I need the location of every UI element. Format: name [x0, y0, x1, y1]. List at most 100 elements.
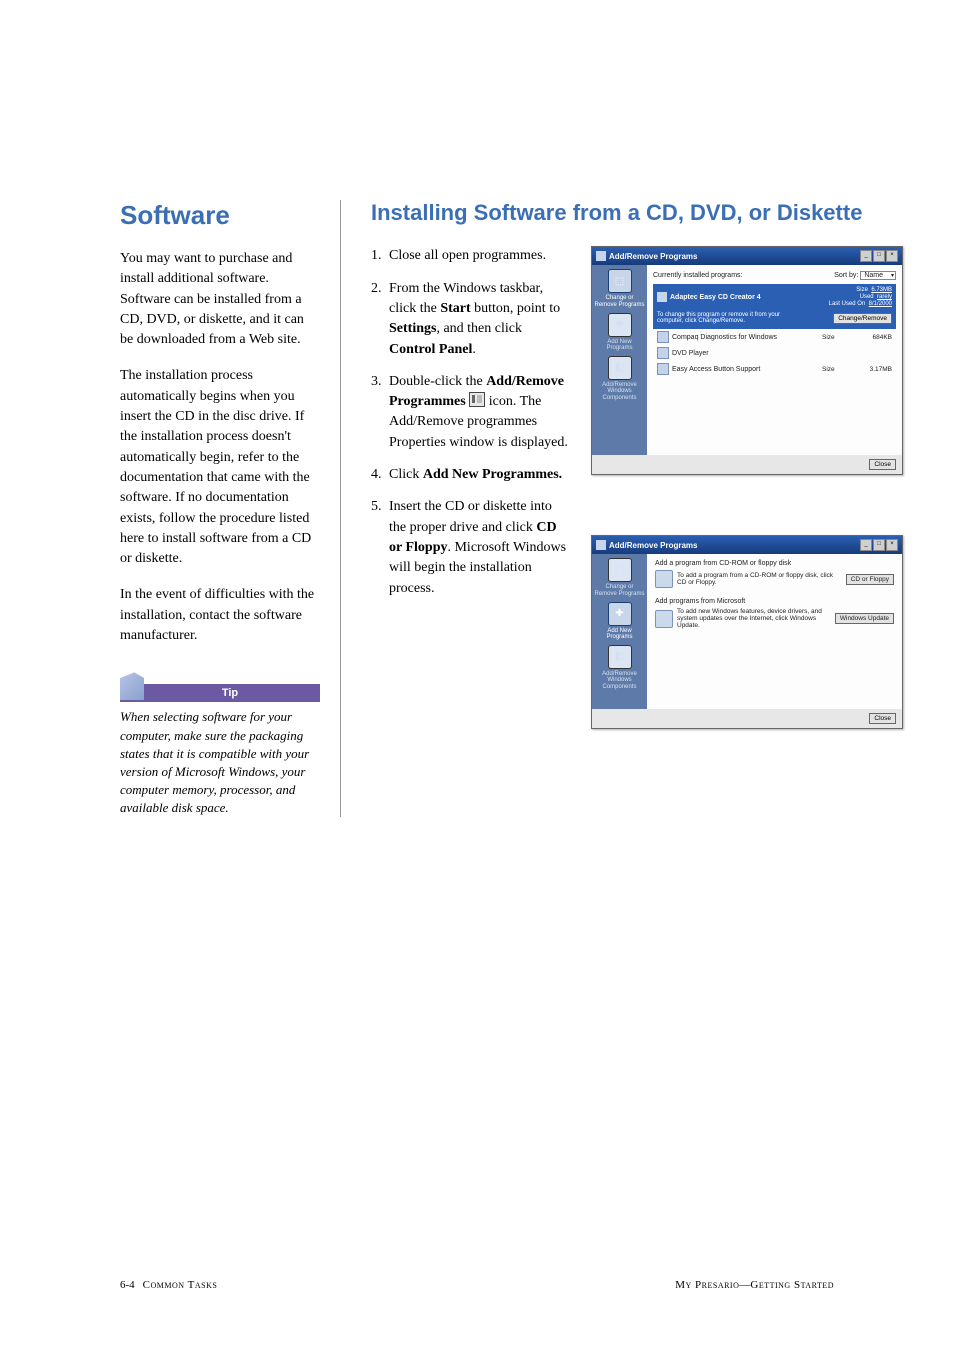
footer-right-2: Getting Started [750, 1279, 834, 1291]
program-name: Easy Access Button Support [672, 366, 822, 373]
step-3: 3. Double-click the Add/Remove Programme… [371, 372, 571, 453]
minimize-icon[interactable]: _ [860, 539, 872, 551]
section-text: To add a program from a CD-ROM or floppy… [677, 572, 842, 586]
step-num: 1. [371, 246, 389, 266]
step-2: 2. From the Windows taskbar, click the S… [371, 279, 571, 360]
windows-update-button[interactable]: Windows Update [835, 613, 894, 624]
section-text: To add new Windows features, device driv… [677, 608, 831, 629]
sidebar-item-label: Change or Remove Programs [594, 295, 645, 308]
step-num: 4. [371, 465, 389, 485]
list-item[interactable]: Compaq Diagnostics for Windows Size684KB [653, 329, 896, 345]
footer-right-1: My Presario [675, 1279, 739, 1291]
close-button[interactable]: Close [869, 459, 896, 470]
window-icon [596, 540, 606, 550]
tip-label: Tip [120, 684, 320, 702]
sidebar-item-windows-components[interactable]: ◧ Add/Remove Windows Components [594, 356, 645, 402]
sidebar-item-label: Add New Programs [594, 339, 645, 352]
section-heading: Add programs from Microsoft [655, 598, 894, 605]
program-icon [657, 363, 669, 375]
sidebar: ⬚ Change or Remove Programs ✚ Add New Pr… [592, 265, 647, 455]
section-heading: Add a program from CD-ROM or floppy disk [655, 560, 894, 567]
step-text: Insert the CD or diskette into the prope… [389, 499, 552, 534]
window-footer: Close [592, 455, 902, 474]
left-column: Software You may want to purchase and in… [120, 200, 340, 817]
sidebar-item-windows-components[interactable]: ◧ Add/Remove Windows Components [594, 645, 645, 691]
right-column: Installing Software from a CD, DVD, or D… [340, 200, 903, 817]
page-footer: 6-4 Common Tasks My Presario—Getting Sta… [120, 1279, 834, 1291]
add-remove-programs-icon [469, 392, 485, 407]
program-icon [657, 292, 667, 302]
program-meta: Size684KB [822, 334, 892, 341]
close-icon[interactable]: × [886, 250, 898, 262]
figure-add-new-programs: Add/Remove Programs _ □ × ⬚ [591, 535, 903, 729]
sidebar: ⬚ Change or Remove Programs ✚ Add New Pr… [592, 554, 647, 709]
step-text: Click [389, 467, 423, 482]
sidebar-item-add-new[interactable]: ✚ Add New Programs [594, 602, 645, 641]
minimize-icon[interactable]: _ [860, 250, 872, 262]
left-para-3: In the event of difficulties with the in… [120, 585, 320, 646]
sidebar-item-add-new[interactable]: ✚ Add New Programs [594, 313, 645, 352]
tip-icon [120, 672, 144, 700]
step-body: Insert the CD or diskette into the prope… [389, 497, 571, 598]
cd-or-floppy-button[interactable]: CD or Floppy [846, 574, 894, 585]
windows-components-icon: ◧ [608, 356, 632, 380]
left-para-1: You may want to purchase and install add… [120, 249, 320, 350]
step-body: From the Windows taskbar, click the Star… [389, 279, 571, 360]
close-button[interactable]: Close [869, 713, 896, 724]
figure-add-remove-list: Add/Remove Programs _ □ × ⬚ [591, 246, 903, 475]
step-bold: Start [440, 301, 470, 316]
sidebar-item-change-remove[interactable]: ⬚ Change or Remove Programs [594, 269, 645, 308]
window-titlebar: Add/Remove Programs _ □ × [592, 536, 902, 554]
sort-by: Sort by: Name [834, 271, 896, 280]
step-text: Double-click the [389, 374, 486, 389]
right-title: Installing Software from a CD, DVD, or D… [371, 200, 903, 226]
footer-sep: — [739, 1279, 750, 1291]
step-1: 1. Close all open programmes. [371, 246, 571, 266]
step-text: Close all open programmes. [389, 248, 546, 263]
step-text: . [472, 342, 476, 357]
window-title: Add/Remove Programs [609, 541, 860, 550]
sub-text: To change this program or remove it from… [657, 312, 797, 324]
add-new-icon: ✚ [608, 602, 632, 626]
window-title: Add/Remove Programs [609, 252, 860, 261]
close-icon[interactable]: × [886, 539, 898, 551]
step-bold: Add New Programmes. [423, 467, 562, 482]
sidebar-item-change-remove[interactable]: ⬚ Change or Remove Programs [594, 558, 645, 597]
sort-dropdown[interactable]: Name [860, 271, 896, 280]
main-panel: Currently installed programs: Sort by: N… [647, 265, 902, 455]
step-num: 3. [371, 372, 389, 453]
list-item-selected-sub: To change this program or remove it from… [653, 310, 896, 329]
step-bold: Settings [389, 321, 436, 336]
program-name: Compaq Diagnostics for Windows [672, 334, 822, 341]
section-windows-update: Add programs from Microsoft To add new W… [655, 598, 894, 629]
maximize-icon[interactable]: □ [873, 250, 885, 262]
maximize-icon[interactable]: □ [873, 539, 885, 551]
change-remove-icon: ⬚ [608, 269, 632, 293]
window-buttons: _ □ × [860, 250, 898, 262]
program-meta: Size3.17MB [822, 366, 892, 373]
step-text: button, point to [471, 301, 560, 316]
step-bold: Control Panel [389, 342, 472, 357]
footer-section: Common Tasks [143, 1279, 218, 1291]
sidebar-item-label: Add/Remove Windows Components [594, 671, 645, 691]
list-item[interactable]: DVD Player [653, 345, 896, 361]
program-name: Adaptec Easy CD Creator 4 [670, 294, 829, 301]
installed-label: Currently installed programs: [653, 272, 742, 279]
list-item[interactable]: Easy Access Button Support Size3.17MB [653, 361, 896, 377]
section-cd-floppy: Add a program from CD-ROM or floppy disk… [655, 560, 894, 588]
program-icon [657, 331, 669, 343]
tip-box: Tip When selecting software for your com… [120, 676, 320, 817]
page-number: 6-4 [120, 1279, 135, 1291]
add-new-icon: ✚ [608, 313, 632, 337]
step-body: Close all open programmes. [389, 246, 571, 266]
program-name: DVD Player [672, 350, 892, 357]
list-item-selected[interactable]: Adaptec Easy CD Creator 4 Size 6.73MB Us… [653, 284, 896, 310]
left-title: Software [120, 200, 320, 231]
main-panel: Add a program from CD-ROM or floppy disk… [647, 554, 902, 709]
window-titlebar: Add/Remove Programs _ □ × [592, 247, 902, 265]
cd-icon [655, 570, 673, 588]
change-remove-button[interactable]: Change/Remove [833, 313, 892, 324]
program-icon [657, 347, 669, 359]
sort-label: Sort by: [834, 272, 858, 279]
sidebar-item-label: Change or Remove Programs [594, 584, 645, 597]
